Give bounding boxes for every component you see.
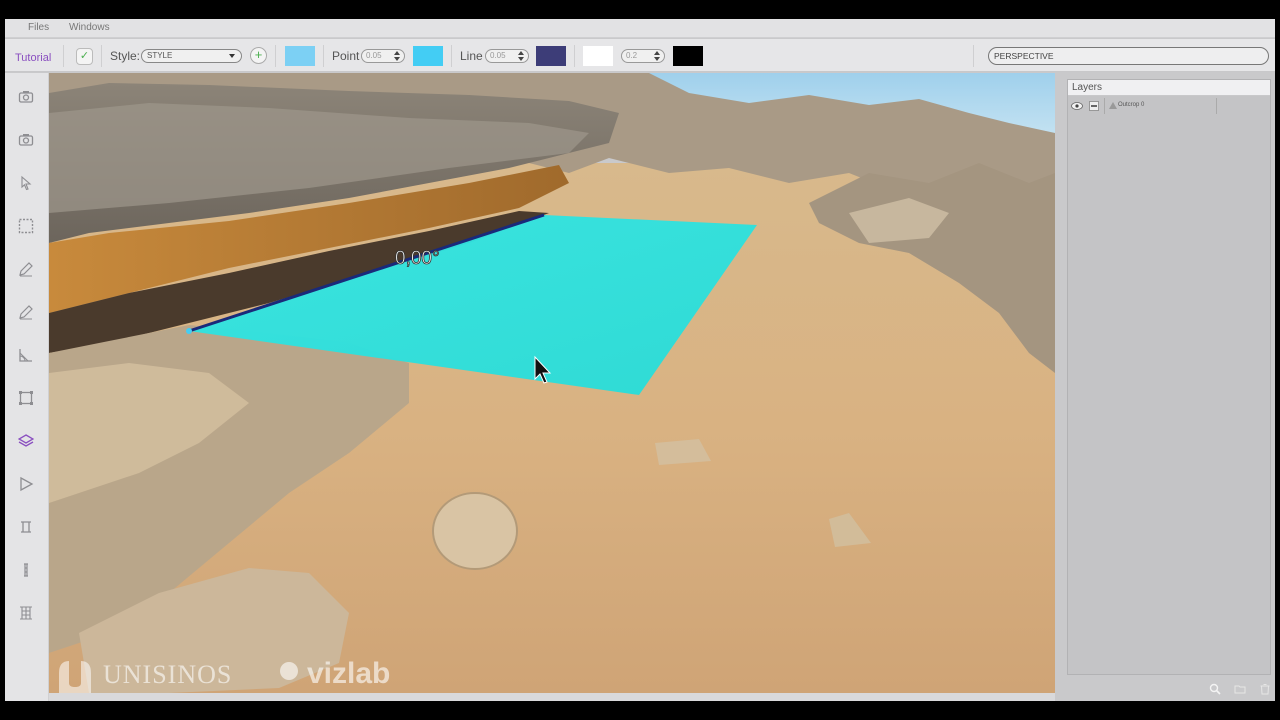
menu-bar: Files Windows — [5, 19, 1275, 38]
measure-icon[interactable] — [18, 519, 34, 535]
layer-row-divider — [1216, 98, 1217, 114]
toolbar-divider — [574, 45, 575, 67]
chevron-down-icon — [229, 54, 235, 58]
line-size-input[interactable]: 0.05 — [485, 49, 529, 63]
watermark-unisinos: UNISINOS — [103, 660, 232, 689]
point-label: Point — [332, 49, 360, 63]
angle-label: 0,00° — [395, 248, 440, 269]
outline-color-swatch[interactable] — [673, 46, 703, 66]
point-color-swatch[interactable] — [413, 46, 443, 66]
spinner-icon[interactable] — [654, 51, 660, 61]
layers-panel: Layers Outcrop 0 — [1067, 79, 1271, 675]
pencil-icon[interactable] — [18, 261, 34, 277]
3d-viewport[interactable]: 0,00° UNISINOS vizlab — [49, 73, 1055, 693]
select-arrow-icon[interactable] — [18, 175, 34, 191]
style-dropdown-value: STYLE — [147, 51, 173, 60]
camera-icon[interactable] — [18, 89, 34, 105]
toolbar-divider — [451, 45, 452, 67]
line-label: Line — [460, 49, 483, 63]
trash-icon[interactable] — [1259, 683, 1271, 695]
pencil-icon[interactable] — [18, 304, 34, 320]
text-size-input[interactable]: 0.2 — [621, 49, 665, 63]
outcrop-3d-scene: 0,00° UNISINOS vizlab — [49, 73, 1055, 693]
layers-panel-title: Layers — [1068, 80, 1270, 96]
viewport-scrollbar[interactable] — [49, 693, 1055, 701]
mesh-triangle-icon — [1109, 102, 1117, 109]
grid-icon[interactable] — [18, 605, 34, 621]
column-icon[interactable] — [18, 562, 34, 578]
style-dropdown[interactable]: STYLE — [141, 49, 242, 63]
video-frame: Files Windows Tutorial ✓ Style: STYLE + … — [0, 0, 1280, 720]
plane-vertex-point[interactable] — [186, 328, 192, 334]
checkmark-icon: ✓ — [79, 50, 90, 62]
toolbar: Tutorial ✓ Style: STYLE + Point 0.05 Lin… — [5, 39, 1275, 72]
eye-icon[interactable] — [1071, 101, 1083, 111]
fill-color-swatch[interactable] — [285, 46, 315, 66]
play-icon[interactable] — [18, 476, 34, 492]
toolbar-divider — [101, 45, 102, 67]
application-window: Files Windows Tutorial ✓ Style: STYLE + … — [5, 19, 1275, 701]
confirm-check-button[interactable]: ✓ — [76, 48, 93, 65]
point-size-value: 0.05 — [366, 51, 382, 60]
angle-ruler-icon[interactable] — [18, 347, 34, 363]
menu-files[interactable]: Files — [28, 22, 49, 33]
view-mode-selector[interactable]: PERSPECTIVE — [988, 47, 1269, 65]
toolbar-divider — [63, 45, 64, 67]
layers-icon[interactable] — [18, 433, 34, 449]
search-icon[interactable] — [1209, 683, 1221, 695]
toolbar-divider — [275, 45, 276, 67]
bounding-box-icon[interactable] — [18, 390, 34, 406]
right-panel: Layers Outcrop 0 — [1055, 73, 1275, 701]
layer-name: Outcrop 0 — [1118, 102, 1145, 108]
line-color-swatch[interactable] — [536, 46, 566, 66]
layer-item[interactable]: Outcrop 0 — [1068, 98, 1217, 114]
camera-icon[interactable] — [18, 132, 34, 148]
boulder — [432, 492, 518, 570]
watermark-vizlab: vizlab — [307, 657, 390, 690]
toolbar-divider — [323, 45, 324, 67]
tool-sidebar — [5, 73, 49, 701]
menu-windows[interactable]: Windows — [69, 22, 110, 33]
layer-lock-icon[interactable] — [1089, 101, 1099, 111]
layer-row-divider — [1104, 98, 1105, 114]
style-label: Style: — [110, 49, 141, 63]
text-size-value: 0.2 — [626, 51, 638, 60]
tutorial-button[interactable]: Tutorial — [15, 52, 51, 64]
point-size-input[interactable]: 0.05 — [361, 49, 405, 63]
rectangle-select-icon[interactable] — [18, 218, 34, 234]
line-size-value: 0.05 — [490, 51, 506, 60]
vizlab-logo-icon — [280, 662, 298, 680]
text-color-swatch[interactable] — [583, 46, 613, 66]
plus-icon: + — [254, 47, 263, 62]
spinner-icon[interactable] — [394, 51, 400, 61]
add-style-button[interactable]: + — [250, 47, 267, 64]
toolbar-divider — [973, 45, 974, 67]
folder-icon[interactable] — [1234, 683, 1246, 695]
spinner-icon[interactable] — [518, 51, 524, 61]
